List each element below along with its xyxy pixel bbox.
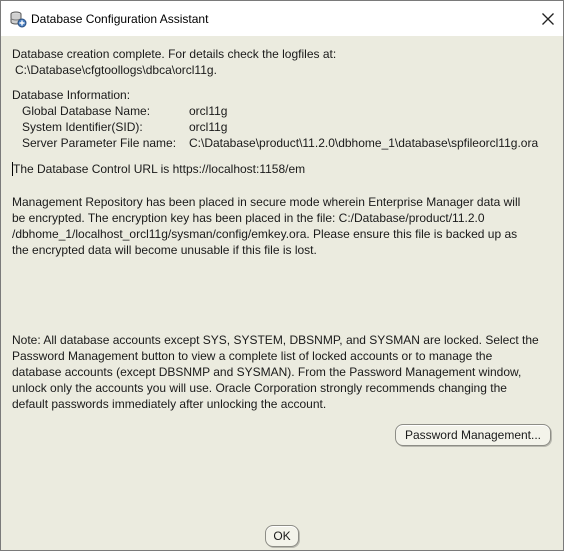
sid-label: System Identifier(SID):	[22, 120, 143, 134]
window-title: Database Configuration Assistant	[31, 12, 209, 26]
note-line-5: default passwords immediately after unlo…	[12, 397, 327, 411]
global-db-name-label: Global Database Name:	[22, 104, 151, 118]
control-url: The Database Control URL is https://loca…	[13, 162, 306, 176]
note-line-1: Note: All database accounts except SYS, …	[12, 333, 539, 347]
note-line-3: database accounts (except DBSNMP and SYS…	[12, 365, 522, 379]
close-icon	[542, 13, 554, 25]
repository-line-4: the encrypted data will become unusable …	[12, 243, 317, 257]
dialog-window: Database Configuration Assistant Databas…	[0, 0, 564, 551]
repository-line-3: /dbhome_1/localhost_orcl11g/sysman/confi…	[12, 227, 518, 241]
note-line-2: Password Management button to view a com…	[12, 349, 493, 363]
sid-value: orcl11g	[189, 120, 228, 134]
ok-button[interactable]: OK	[265, 525, 299, 547]
logfile-path: C:\Database\cfgtoollogs\dbca\orcl11g.	[15, 63, 217, 77]
password-management-button[interactable]: Password Management...	[395, 424, 551, 446]
database-config-icon	[9, 10, 27, 28]
close-button[interactable]	[533, 1, 563, 36]
repository-line-1: Management Repository has been placed in…	[12, 195, 521, 209]
title-bar: Database Configuration Assistant	[1, 1, 563, 36]
spfile-value: C:\Database\product\11.2.0\dbhome_1\data…	[189, 136, 539, 150]
repository-line-2: be encrypted. The encryption key has bee…	[12, 211, 485, 225]
note-line-4: unlock only the accounts you will use. O…	[12, 381, 507, 395]
dialog-content: Database creation complete. For details …	[1, 36, 563, 550]
global-db-name-value: orcl11g	[189, 104, 228, 118]
completion-message: Database creation complete. For details …	[12, 47, 337, 61]
db-info-heading: Database Information:	[12, 88, 131, 102]
spfile-label: Server Parameter File name:	[22, 136, 177, 150]
